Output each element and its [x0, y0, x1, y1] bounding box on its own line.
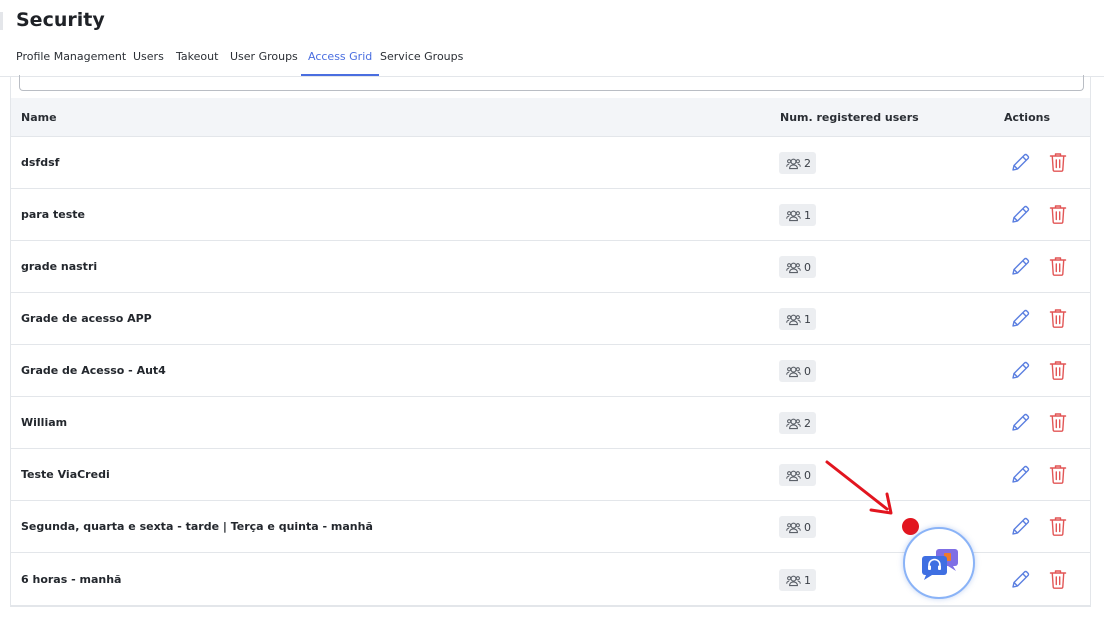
trash-icon	[1048, 568, 1068, 594]
tab-access-grid[interactable]: Access Grid	[301, 50, 380, 76]
registered-users-count: 1	[804, 573, 811, 587]
registered-users-badge: 0	[779, 256, 816, 278]
registered-users-badge: 2	[779, 412, 816, 434]
trash-icon	[1048, 359, 1068, 385]
tab-users[interactable]: Users	[133, 50, 164, 76]
page-title: Security	[16, 9, 105, 31]
table-row: Grade de acesso APP 1	[11, 293, 1090, 345]
chat-support-button[interactable]	[903, 527, 975, 599]
table-row: dsfdsf 2	[11, 137, 1090, 189]
pencil-icon	[1009, 464, 1031, 490]
tab-bar: Profile Management Users Takeout User Gr…	[0, 44, 1104, 77]
delete-button[interactable]	[1048, 151, 1068, 173]
row-name: William	[21, 416, 68, 429]
chat-support-icon	[922, 549, 958, 580]
pencil-icon	[1009, 516, 1031, 542]
registered-users-count: 0	[804, 520, 811, 534]
registered-users-count: 1	[804, 312, 811, 326]
tab-user-groups[interactable]: User Groups	[230, 50, 298, 76]
registered-users-badge: 1	[779, 569, 816, 591]
table-row: William 2	[11, 397, 1090, 449]
delete-button[interactable]	[1048, 255, 1068, 277]
row-name: Grade de acesso APP	[21, 312, 152, 325]
edit-button[interactable]	[1009, 516, 1031, 538]
users-group-icon	[786, 209, 801, 222]
notification-dot	[902, 518, 919, 535]
row-name: grade nastri	[21, 260, 98, 273]
delete-button[interactable]	[1048, 307, 1068, 329]
filter-input[interactable]	[19, 75, 1084, 91]
registered-users-count: 0	[804, 364, 811, 378]
registered-users-count: 0	[804, 468, 811, 482]
registered-users-badge: 0	[779, 516, 816, 538]
registered-users-badge: 1	[779, 204, 816, 226]
users-group-icon	[786, 521, 801, 534]
registered-users-count: 0	[804, 260, 811, 274]
registered-users-badge: 1	[779, 308, 816, 330]
row-name: Segunda, quarta e sexta - tarde | Terça …	[21, 520, 373, 533]
left-edge-marker	[0, 12, 3, 30]
row-name: 6 horas - manhã	[21, 573, 122, 586]
users-group-icon	[786, 469, 801, 482]
edit-button[interactable]	[1009, 152, 1031, 174]
tab-service-groups[interactable]: Service Groups	[380, 50, 463, 76]
edit-button[interactable]	[1009, 464, 1031, 486]
trash-icon	[1048, 203, 1068, 229]
column-header-actions: Actions	[1004, 111, 1050, 124]
table-row: Teste ViaCredi 0	[11, 449, 1090, 501]
tab-profile-management[interactable]: Profile Management	[16, 50, 126, 76]
row-name: Teste ViaCredi	[21, 468, 110, 481]
trash-icon	[1048, 411, 1068, 437]
table-row: para teste 1	[11, 189, 1090, 241]
users-group-icon	[786, 574, 801, 587]
delete-button[interactable]	[1048, 568, 1068, 590]
column-header-name: Name	[21, 111, 57, 124]
table-header: Name Num. registered users Actions	[11, 98, 1090, 137]
registered-users-badge: 0	[779, 464, 816, 486]
users-group-icon	[786, 313, 801, 326]
registered-users-count: 1	[804, 208, 811, 222]
trash-icon	[1048, 463, 1068, 489]
users-group-icon	[786, 157, 801, 170]
registered-users-badge: 0	[779, 360, 816, 382]
trash-icon	[1048, 151, 1068, 177]
table-row: Grade de Acesso - Aut4 0	[11, 345, 1090, 397]
trash-icon	[1048, 515, 1068, 541]
pencil-icon	[1009, 360, 1031, 386]
edit-button[interactable]	[1009, 360, 1031, 382]
delete-button[interactable]	[1048, 411, 1068, 433]
trash-icon	[1048, 255, 1068, 281]
pencil-icon	[1009, 569, 1031, 595]
pencil-icon	[1009, 308, 1031, 334]
edit-button[interactable]	[1009, 569, 1031, 591]
pencil-icon	[1009, 412, 1031, 438]
column-header-users: Num. registered users	[780, 111, 919, 124]
users-group-icon	[786, 365, 801, 378]
pencil-icon	[1009, 152, 1031, 178]
trash-icon	[1048, 307, 1068, 333]
table-row: grade nastri 0	[11, 241, 1090, 293]
registered-users-count: 2	[804, 156, 811, 170]
users-group-icon	[786, 261, 801, 274]
registered-users-badge: 2	[779, 152, 816, 174]
delete-button[interactable]	[1048, 203, 1068, 225]
delete-button[interactable]	[1048, 463, 1068, 485]
tab-takeout[interactable]: Takeout	[176, 50, 218, 76]
pencil-icon	[1009, 204, 1031, 230]
users-group-icon	[786, 417, 801, 430]
delete-button[interactable]	[1048, 515, 1068, 537]
edit-button[interactable]	[1009, 412, 1031, 434]
row-name: dsfdsf	[21, 156, 60, 169]
registered-users-count: 2	[804, 416, 811, 430]
edit-button[interactable]	[1009, 256, 1031, 278]
row-name: para teste	[21, 208, 85, 221]
edit-button[interactable]	[1009, 308, 1031, 330]
pencil-icon	[1009, 256, 1031, 282]
edit-button[interactable]	[1009, 204, 1031, 226]
row-name: Grade de Acesso - Aut4	[21, 364, 166, 377]
delete-button[interactable]	[1048, 359, 1068, 381]
